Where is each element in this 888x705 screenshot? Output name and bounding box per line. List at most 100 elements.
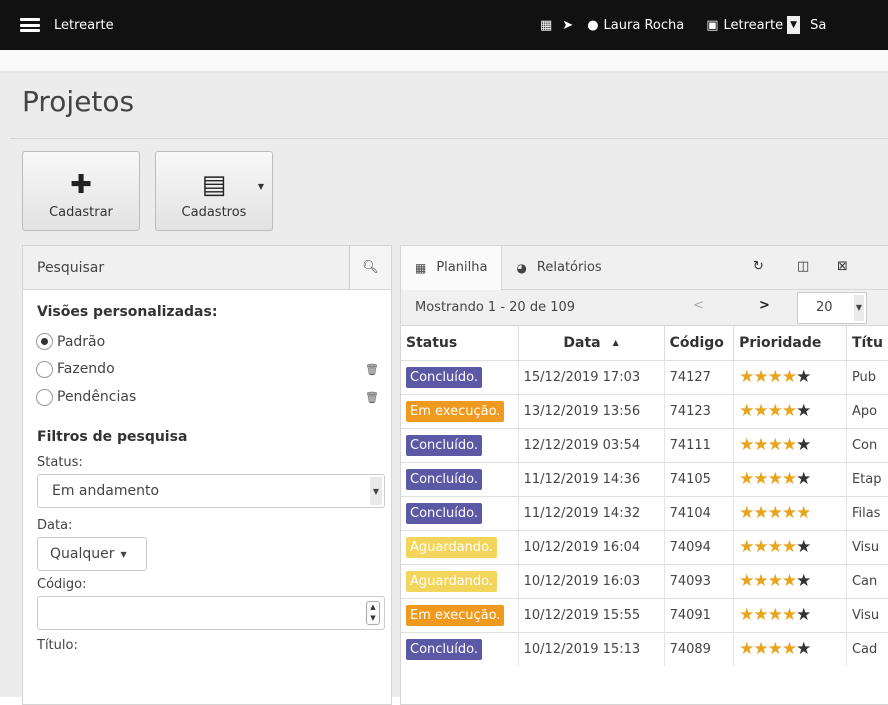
code-cell: 74093	[664, 563, 735, 598]
view-option-fazendo[interactable]: Fazendo 🗑︎	[23, 355, 391, 383]
title-cell: Pub	[846, 359, 888, 394]
hamburger-menu-icon[interactable]	[20, 18, 40, 32]
filters-title: Filtros de pesquisa	[37, 429, 188, 445]
col-code[interactable]: Código	[664, 326, 735, 360]
records-button[interactable]: ▤ Cadastros ▼	[155, 151, 273, 231]
table-header-row: Status Data ▲ Código Prioridade Títu	[401, 326, 888, 360]
star-icon: ★	[767, 537, 783, 557]
calendar-icon[interactable]: ▦	[540, 18, 552, 33]
spinner-icon[interactable]: ▲ ▼	[366, 601, 380, 625]
status-badge: Concluído.	[406, 366, 482, 388]
star-icon: ★	[753, 367, 768, 387]
status-cell: Concluído.	[401, 495, 519, 530]
radio-unselected[interactable]	[36, 388, 53, 406]
priority-stars: ★★★★★	[739, 571, 811, 591]
document-icon: ▤	[201, 170, 227, 200]
excel-export-icon[interactable]: ⊠	[837, 259, 848, 274]
date-cell: 11/12/2019 14:32	[518, 495, 665, 530]
page-size-select[interactable]: 20 ▼	[797, 292, 867, 324]
radio-unselected[interactable]	[36, 360, 53, 378]
table-row[interactable]: Em execução. 13/12/2019 13:56 74123 ★★★★★ Ap…	[401, 393, 888, 428]
col-date-label: Data	[563, 334, 601, 351]
tab-reports-label: Relatórios	[536, 260, 602, 275]
user-icon: ●	[587, 17, 599, 33]
priority-cell: ★★★★★	[733, 461, 847, 496]
table-row[interactable]: Concluído. 15/12/2019 17:03 74127 ★★★★★ Pub	[401, 359, 888, 394]
user-menu[interactable]: ● Laura Rocha	[587, 18, 684, 33]
prev-page-icon[interactable]: <	[693, 298, 704, 313]
col-date[interactable]: Data ▲	[518, 326, 665, 360]
priority-stars: ★★★★★	[739, 469, 811, 489]
priority-stars: ★★★★★	[739, 537, 811, 557]
date-cell: 13/12/2019 13:56	[518, 393, 665, 428]
star-icon: ★	[781, 401, 797, 421]
add-button[interactable]: ✚ Cadastrar	[22, 151, 140, 231]
status-badge: Concluído.	[406, 434, 482, 456]
chevron-down-icon: ▼	[787, 16, 801, 34]
table-row[interactable]: Aguardando. 10/12/2019 16:03 74093 ★★★★★ Can	[401, 563, 888, 598]
status-select[interactable]: Em andamento ▼	[37, 474, 385, 508]
table-row[interactable]: Concluído. 10/12/2019 15:13 74089 ★★★★★ Cad	[401, 631, 888, 666]
title-cell: Visu	[846, 529, 888, 564]
title-cell: Etap	[846, 461, 888, 496]
star-icon: ★	[796, 401, 811, 421]
title-cell: Cad	[846, 631, 888, 666]
code-input[interactable]: ▲ ▼	[37, 596, 385, 630]
view-option-pendencias[interactable]: Pendências 🗑︎	[23, 383, 391, 411]
star-icon: ★	[753, 435, 768, 455]
tab-reports[interactable]: ◕ Relatórios	[502, 246, 615, 290]
status-cell: Em execução.	[401, 393, 519, 428]
col-priority[interactable]: Prioridade	[733, 326, 847, 360]
columns-icon[interactable]: ◫	[797, 259, 809, 274]
col-title[interactable]: Títu	[846, 326, 888, 360]
code-cell: 74094	[664, 529, 735, 564]
records-button-label: Cadastros	[181, 205, 247, 220]
tab-sheet[interactable]: ▦ Planilha	[401, 245, 503, 290]
star-icon: ★	[796, 537, 811, 557]
star-icon: ★	[781, 605, 797, 625]
send-icon[interactable]: ➤	[562, 18, 573, 33]
star-icon: ★	[767, 435, 783, 455]
refresh-icon[interactable]: ↻	[753, 259, 764, 274]
status-badge: Em execução.	[406, 400, 505, 422]
app-name[interactable]: Letrearte	[54, 18, 114, 33]
code-cell: 74111	[664, 427, 735, 462]
radio-selected[interactable]	[36, 333, 53, 350]
grid-icon: ▦	[415, 260, 427, 275]
date-cell: 15/12/2019 17:03	[518, 359, 665, 394]
col-status[interactable]: Status	[401, 326, 519, 360]
table-row[interactable]: Aguardando. 10/12/2019 16:04 74094 ★★★★★ Vis…	[401, 529, 888, 564]
star-icon: ★	[767, 571, 783, 591]
projects-table: Status Data ▲ Código Prioridade Títu Conc…	[401, 326, 888, 666]
company-selector[interactable]: ▣ Letrearte ▼	[706, 16, 801, 34]
table-row[interactable]: Concluído. 11/12/2019 14:36 74105 ★★★★★ Etap	[401, 461, 888, 496]
table-row[interactable]: Concluído. 11/12/2019 14:32 74104 ★★★★★ Fila…	[401, 495, 888, 530]
page-content: Projetos ✚ Cadastrar ▤ Cadastros ▼ Pesqu…	[0, 73, 888, 705]
code-cell: 74104	[664, 495, 735, 530]
title-cell: Can	[846, 563, 888, 598]
date-cell: 10/12/2019 16:04	[518, 529, 665, 564]
priority-cell: ★★★★★	[733, 597, 847, 632]
star-icon: ★	[781, 469, 797, 489]
table-row[interactable]: Concluído. 12/12/2019 03:54 74111 ★★★★★ Con	[401, 427, 888, 462]
view-option-padrao[interactable]: Padrão	[23, 328, 391, 355]
view-label: Pendências	[57, 389, 137, 405]
star-icon: ★	[753, 639, 768, 660]
priority-cell: ★★★★★	[733, 427, 847, 462]
star-icon: ★	[753, 401, 768, 421]
star-icon: ★	[781, 537, 797, 557]
add-button-label: Cadastrar	[49, 205, 113, 220]
date-dropdown[interactable]: Qualquer ▼	[37, 537, 147, 571]
status-cell: Aguardando.	[401, 529, 519, 564]
logout-link[interactable]: Sa	[810, 18, 826, 33]
title-cell: Apo	[846, 393, 888, 428]
chevron-down-icon: ▼	[370, 477, 382, 505]
trash-icon[interactable]: 🗑︎	[365, 363, 379, 376]
pie-chart-icon: ◕	[516, 260, 527, 275]
star-icon: ★	[767, 401, 783, 421]
chevron-down-icon: ▼	[854, 295, 864, 321]
next-page-icon[interactable]: >	[759, 298, 770, 313]
table-row[interactable]: Em execução. 10/12/2019 15:55 74091 ★★★★★ Vi…	[401, 597, 888, 632]
search-button[interactable]: 🔍︎	[349, 246, 391, 289]
trash-icon[interactable]: 🗑︎	[365, 391, 379, 404]
